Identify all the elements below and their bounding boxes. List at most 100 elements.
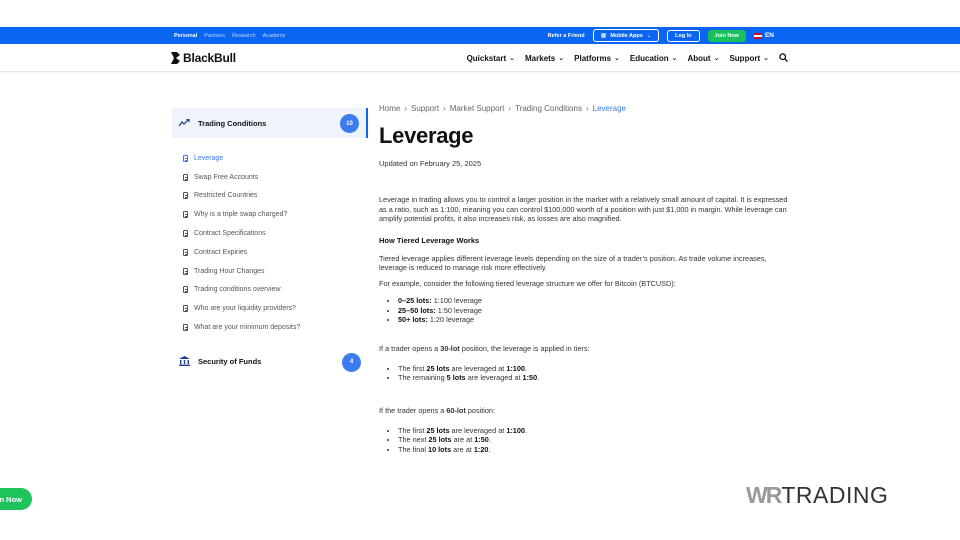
list-item: The next 25 lots are at 1:50. — [398, 435, 789, 445]
language-selector[interactable]: EN — [753, 32, 774, 39]
list-item: The final 10 lots are at 1:20. — [398, 445, 789, 455]
document-icon — [183, 267, 188, 275]
breadcrumb-home[interactable]: Home — [379, 104, 400, 113]
breadcrumb-trading-conditions[interactable]: Trading Conditions — [515, 104, 582, 113]
sidebar-article-item[interactable]: Contract Expiries — [172, 243, 368, 262]
top-utility-bar: Personal Partners Research Academy Refer… — [0, 27, 960, 44]
watermark-text: TRADING — [781, 482, 889, 508]
bold-text: 10 lots — [428, 444, 452, 454]
text-span: If the trader opens a — [379, 406, 447, 416]
text-span: . — [488, 435, 491, 445]
sidebar-article-label: Contract Expiries — [194, 248, 248, 256]
sidebar-article-item[interactable]: Leverage — [172, 149, 368, 168]
text-span: The next — [398, 435, 429, 445]
tier-leverage: 1:50 leverage — [435, 305, 482, 315]
text-span: are at — [451, 444, 474, 454]
search-icon[interactable] — [779, 52, 788, 64]
bold-text: 25 lots — [426, 425, 450, 435]
article-count-badge: 10 — [340, 114, 359, 133]
sidebar-article-label: Restricted Countries — [194, 192, 258, 200]
text-span: The remaining — [398, 373, 447, 383]
grid-icon: ▦ — [600, 33, 607, 39]
wrtrading-watermark: WR TRADING — [746, 482, 888, 509]
nav-item-education[interactable]: Education ⌄ — [630, 54, 678, 63]
breadcrumb-separator: › — [404, 104, 408, 113]
refer-friend-link[interactable]: Refer a Friend — [548, 33, 585, 39]
nav-label: About — [687, 53, 711, 63]
audience-link-research[interactable]: Research — [232, 33, 256, 39]
tier-lots: 0–25 lots: — [398, 296, 432, 305]
sidebar-article-item[interactable]: What are your minimum deposits? — [172, 318, 368, 337]
document-icon — [183, 248, 188, 256]
bold-text: 1:50 — [474, 435, 489, 445]
breadcrumb-market-support[interactable]: Market Support — [450, 104, 505, 113]
list-item: The first 25 lots are leveraged at 1:100… — [398, 364, 789, 374]
join-now-button[interactable]: Join Now — [707, 29, 746, 42]
breadcrumb-support[interactable]: Support — [411, 104, 439, 113]
text-span: are leveraged at — [449, 425, 507, 435]
tiered-paragraph: Tiered leverage applies different levera… — [379, 253, 767, 273]
tier-leverage: 1:20 leverage — [427, 315, 475, 325]
list-item: The first 25 lots are leveraged at 1:100… — [398, 426, 789, 436]
login-button[interactable]: Log In — [667, 29, 700, 42]
text-span: are leveraged at — [465, 373, 523, 383]
bold-text: 5 lots — [446, 373, 466, 383]
page-title: Leverage — [379, 123, 474, 148]
breadcrumb-current: Leverage — [592, 104, 626, 113]
floating-join-button[interactable]: n Now — [0, 488, 32, 510]
audience-link-personal[interactable]: Personal — [174, 33, 197, 39]
nav-menu: Quickstart ⌄ Markets ⌄ Platforms ⌄ Educatio… — [467, 44, 788, 72]
sidebar-article-label: Trading Hour Changes — [194, 267, 265, 275]
document-icon — [183, 286, 188, 294]
text-span: The first — [398, 363, 427, 373]
chevron-down-icon: ⌄ — [646, 32, 652, 39]
nav-item-markets[interactable]: Markets ⌄ — [525, 54, 564, 63]
audience-link-academy[interactable]: Academy — [263, 33, 286, 39]
support-sidebar: Trading Conditions 10 Leverage Swap Free … — [172, 108, 368, 373]
example-30-list: The first 25 lots are leveraged at 1:100… — [379, 364, 789, 383]
tier-lots: 25–50 lots: — [398, 305, 436, 315]
text-span: . — [537, 373, 540, 383]
sidebar-article-item[interactable]: Who are your liquidity providers? — [172, 299, 368, 318]
nav-item-support[interactable]: Support ⌄ — [729, 54, 769, 63]
text-span: are leveraged at — [449, 363, 507, 373]
example-60-list: The first 25 lots are leveraged at 1:100… — [379, 426, 789, 455]
sidebar-article-item[interactable]: Trading Hour Changes — [172, 262, 368, 281]
sidebar-article-item[interactable]: Why is a triple swap charged? — [172, 205, 368, 224]
sidebar-article-item[interactable]: Restricted Countries — [172, 187, 368, 206]
language-label: EN — [764, 32, 774, 39]
article-list: Leverage Swap Free Accounts Restricted Cou… — [172, 138, 368, 337]
list-item: 50+ lots: 1:20 leverage — [398, 315, 789, 325]
sidebar-article-label: Contract Specifications — [194, 230, 266, 238]
breadcrumb: Home › Support › Market Support › Trading C… — [379, 104, 789, 113]
sidebar-article-label: Trading conditions overview — [194, 286, 281, 294]
category-security-of-funds[interactable]: Security of Funds 4 — [172, 351, 368, 373]
watermark-mark: WR — [746, 482, 782, 508]
nav-label: Support — [729, 53, 761, 63]
nav-label: Education — [629, 53, 669, 63]
text-span: position: — [465, 406, 496, 416]
sidebar-article-label: Why is a triple swap charged? — [194, 211, 288, 219]
category-trading-conditions[interactable]: Trading Conditions 10 — [172, 108, 368, 138]
example-60-paragraph: If the trader opens a 60-lot position: — [379, 406, 789, 416]
document-icon — [183, 211, 188, 219]
text-span: If a trader opens a — [379, 344, 441, 354]
nav-label: Platforms — [574, 53, 612, 63]
nav-item-quickstart[interactable]: Quickstart ⌄ — [467, 54, 515, 63]
bold-text: 1:100 — [506, 363, 525, 373]
blackbull-logo-icon — [171, 52, 180, 64]
nav-item-about[interactable]: About ⌄ — [687, 54, 719, 63]
sidebar-article-item[interactable]: Contract Specifications — [172, 224, 368, 243]
nav-item-platforms[interactable]: Platforms ⌄ — [574, 54, 620, 63]
section-heading: How Tiered Leverage Works — [379, 235, 480, 245]
audience-link-partners[interactable]: Partners — [204, 33, 225, 39]
chevron-down-icon: ⌄ — [671, 55, 678, 62]
bold-text: 30-lot — [440, 344, 460, 354]
sidebar-article-item[interactable]: Swap Free Accounts — [172, 168, 368, 187]
breadcrumb-separator: › — [508, 104, 512, 113]
category-label: Trading Conditions — [198, 118, 267, 128]
sidebar-article-item[interactable]: Trading conditions overview — [172, 281, 368, 300]
blackbull-logo[interactable]: BlackBull — [171, 51, 236, 65]
document-icon — [183, 173, 188, 181]
mobile-apps-button[interactable]: ▦ Mobile Apps ⌄ — [592, 29, 660, 42]
